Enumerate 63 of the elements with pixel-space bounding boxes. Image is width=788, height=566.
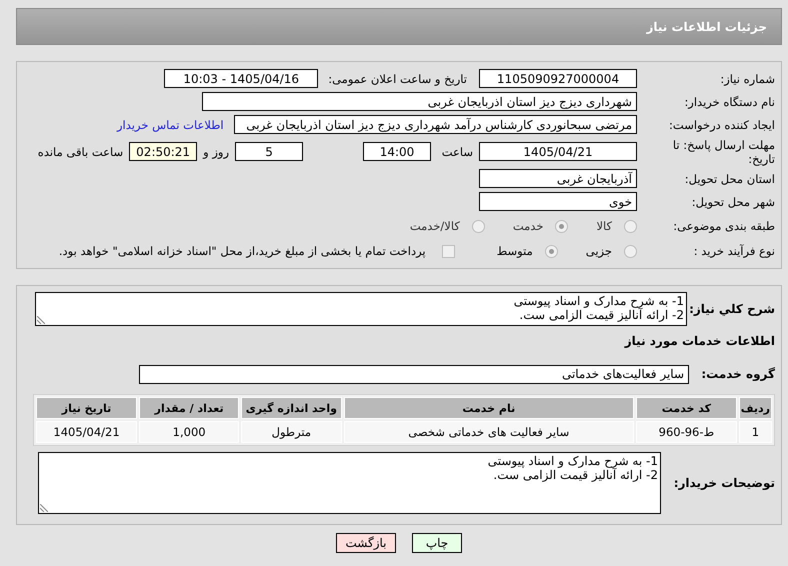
- column-header: تاریخ نیاز: [36, 397, 138, 419]
- field-label: طبقه بندی موضوعی:: [672, 219, 775, 233]
- column-header: ردیف: [738, 397, 772, 419]
- field-label: روز و: [203, 144, 229, 158]
- radio-button[interactable]: [624, 220, 637, 232]
- input-field[interactable]: مرتضی سبحانوردی کارشناس درآمد شهرداری دیزج دیز استان اذربایجان غربی: [234, 115, 637, 134]
- column-header: کد خدمت: [636, 397, 737, 419]
- page-title: جزئیات اطلاعات نیاز: [646, 20, 767, 34]
- text-area[interactable]: 1- به شرح مدارک و اسناد پیوستی 2- ارائه آنالیز قیمت الزامی ست.: [38, 452, 661, 514]
- radio-label: متوسط: [496, 244, 533, 258]
- field-label: گروه خدمت:: [700, 367, 775, 381]
- text-line: 2- ارائه آنالیز قیمت الزامی ست.: [518, 308, 684, 322]
- remaining-time-field: 02:50:21: [129, 142, 198, 161]
- radio-label: کالا: [596, 219, 612, 233]
- table-cell: 1,000: [139, 421, 240, 443]
- radio-label: جزیی: [586, 244, 612, 258]
- field-label: توضیحات خریدار:: [672, 476, 775, 490]
- radio-label: کالا/خدمت: [410, 219, 460, 233]
- field-label: نوع فرآیند خرید :: [692, 244, 775, 258]
- radio-button[interactable]: [544, 244, 558, 258]
- field-label: شماره نیاز:: [719, 72, 775, 86]
- input-field[interactable]: 1405/04/16 - 10:03: [164, 69, 318, 88]
- radio-button[interactable]: [555, 220, 568, 232]
- input-field[interactable]: 1105090927000004: [479, 69, 637, 88]
- text-line: 2- ارائه آنالیز قیمت الزامی ست.: [492, 468, 658, 482]
- section-heading: اطلاعات خدمات مورد نیاز: [624, 334, 775, 348]
- input-field[interactable]: آذربایجان غربی: [479, 169, 637, 188]
- text-line: 1- به شرح مدارک و اسناد پیوستی: [512, 294, 684, 308]
- field-label: شرح کلي نیاز:: [691, 302, 775, 316]
- table-cell: 1405/04/21: [36, 421, 138, 443]
- text-line: 1- به شرح مدارک و اسناد پیوستی: [486, 454, 658, 468]
- resize-grip-icon[interactable]: [37, 316, 45, 324]
- column-header: واحد اندازه گیری: [241, 397, 342, 419]
- radio-label: خدمت: [512, 219, 544, 233]
- field-label: ساعت: [440, 144, 473, 158]
- field-label: مهلت ارسال پاسخ: تا تاریخ:: [672, 138, 775, 166]
- table-cell: مترطول: [241, 421, 342, 443]
- resize-grip-icon[interactable]: [40, 504, 48, 512]
- column-header: تعداد / مقدار: [139, 397, 240, 419]
- print-button[interactable]: چاپ: [412, 533, 462, 553]
- input-field[interactable]: شهرداری دیزج دیز استان اذربایجان غربی: [202, 92, 637, 111]
- input-field[interactable]: 5: [235, 142, 303, 161]
- table-cell: سایر فعالیت های خدماتی شخصی: [344, 421, 634, 443]
- field-label: ایجاد کننده درخواست:: [668, 118, 775, 132]
- radio-button[interactable]: [624, 244, 637, 258]
- table-cell: 1: [738, 421, 772, 443]
- input-field[interactable]: 1405/04/21: [479, 142, 637, 161]
- input-field[interactable]: 14:00: [363, 142, 431, 161]
- text-area[interactable]: 1- به شرح مدارک و اسناد پیوستی 2- ارائه آنالیز قیمت الزامی ست.: [35, 292, 687, 326]
- checkbox[interactable]: [442, 244, 455, 258]
- table-cell: ط-96-960: [636, 421, 737, 443]
- field-label: شهر محل تحویل:: [690, 194, 775, 208]
- back-button[interactable]: بازگشت: [336, 533, 396, 553]
- contact-link[interactable]: اطلاعات تماس خریدار: [117, 118, 224, 132]
- radio-button[interactable]: [472, 220, 485, 232]
- column-header: نام خدمت: [344, 397, 634, 419]
- field-label: نام دستگاه خریدار:: [683, 94, 775, 108]
- field-label: تاریخ و ساعت اعلان عمومی:: [328, 72, 467, 86]
- input-field[interactable]: سایر فعالیت‌های خدماتی: [139, 364, 689, 384]
- field-label: ساعت باقی مانده: [38, 144, 124, 158]
- input-field[interactable]: خوی: [479, 192, 637, 211]
- checkbox-label: پرداخت تمام یا بخشی از مبلغ خرید،از محل "اسناد خزانه اسلامی" خواهد بود.: [58, 244, 426, 258]
- field-label: استان محل تحویل:: [684, 172, 775, 186]
